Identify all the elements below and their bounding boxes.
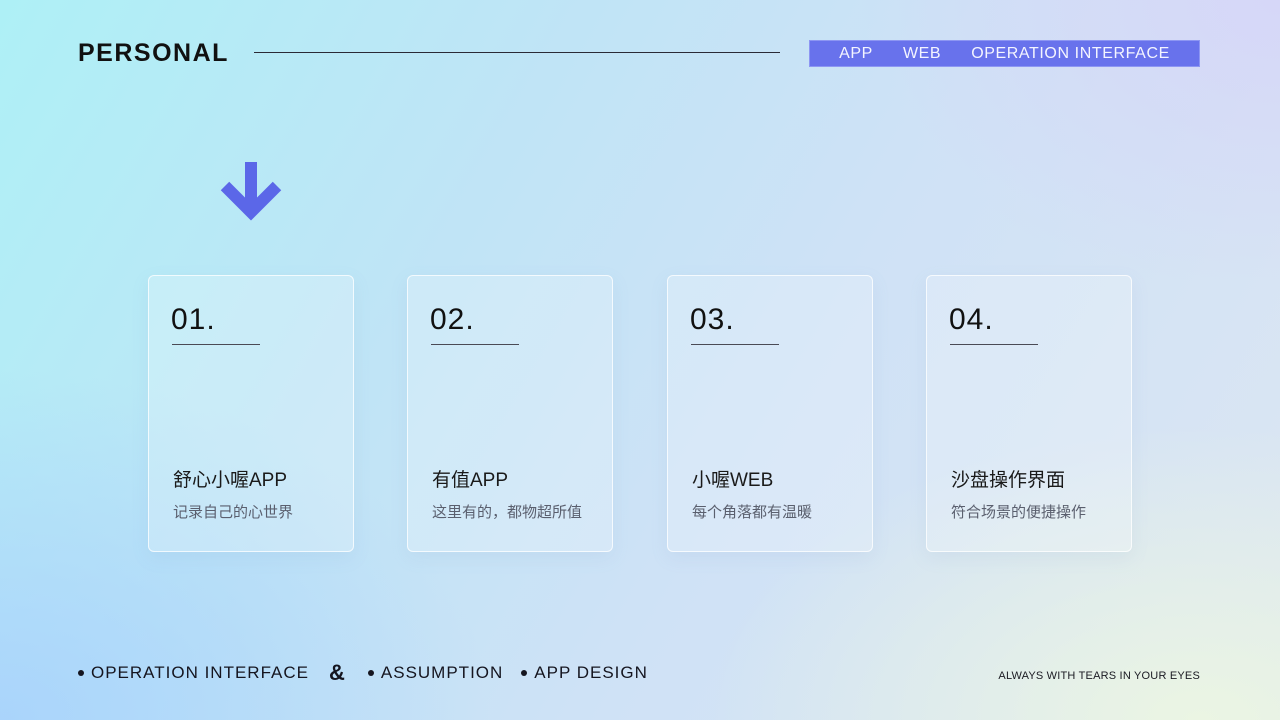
card-number: 02. bbox=[430, 303, 475, 336]
card-number: 01. bbox=[171, 303, 216, 336]
card-title: 有值APP bbox=[432, 470, 509, 491]
nav-app[interactable]: APP bbox=[839, 41, 873, 66]
ampersand: & bbox=[329, 660, 346, 685]
card-3[interactable]: 03. 小喔WEB 每个角落都有温暖 bbox=[667, 275, 873, 552]
card-description: 这里有的，都物超所值 bbox=[432, 504, 583, 521]
footer-item-label: ASSUMPTION bbox=[380, 663, 504, 682]
card-2[interactable]: 02. 有值APP 这里有的，都物超所值 bbox=[407, 275, 613, 552]
footer-tags: OPERATION INTERFACE & ASSUMPTION APP DES… bbox=[78, 660, 648, 686]
card-divider bbox=[172, 344, 260, 345]
top-nav: APP WEB OPERATION INTERFACE bbox=[809, 40, 1200, 67]
footer-item-operation-interface: OPERATION INTERFACE bbox=[78, 663, 309, 683]
footer-item-label: APP DESIGN bbox=[534, 663, 648, 682]
bullet-dot-icon bbox=[78, 670, 84, 676]
nav-web[interactable]: WEB bbox=[903, 41, 941, 66]
arrow-down-icon bbox=[220, 162, 282, 221]
card-title: 舒心小喔APP bbox=[173, 470, 288, 491]
card-number: 03. bbox=[690, 303, 735, 336]
tagline: ALWAYS WITH TEARS IN YOUR EYES bbox=[998, 670, 1200, 682]
card-description: 每个角落都有温暖 bbox=[692, 504, 813, 521]
card-description: 符合场景的便捷操作 bbox=[951, 504, 1087, 521]
nav-operation-interface[interactable]: OPERATION INTERFACE bbox=[971, 41, 1170, 66]
card-divider bbox=[431, 344, 519, 345]
card-4[interactable]: 04. 沙盘操作界面 符合场景的便捷操作 bbox=[926, 275, 1132, 552]
card-number: 04. bbox=[949, 303, 994, 336]
card-description: 记录自己的心世界 bbox=[173, 504, 294, 521]
card-title: 沙盘操作界面 bbox=[951, 470, 1066, 491]
footer-item-app-design: APP DESIGN bbox=[521, 663, 648, 683]
footer-item-label: OPERATION INTERFACE bbox=[91, 663, 309, 682]
bullet-dot-icon bbox=[521, 670, 528, 676]
brand-title: PERSONAL bbox=[78, 39, 229, 67]
card-divider bbox=[950, 344, 1038, 345]
card-title: 小喔WEB bbox=[692, 470, 774, 491]
footer-item-assumption: ASSUMPTION bbox=[367, 663, 504, 683]
header-divider bbox=[254, 52, 780, 53]
card-divider bbox=[691, 344, 779, 345]
bullet-dot-icon bbox=[367, 670, 374, 676]
card-1[interactable]: 01. 舒心小喔APP 记录自己的心世界 bbox=[148, 275, 354, 552]
